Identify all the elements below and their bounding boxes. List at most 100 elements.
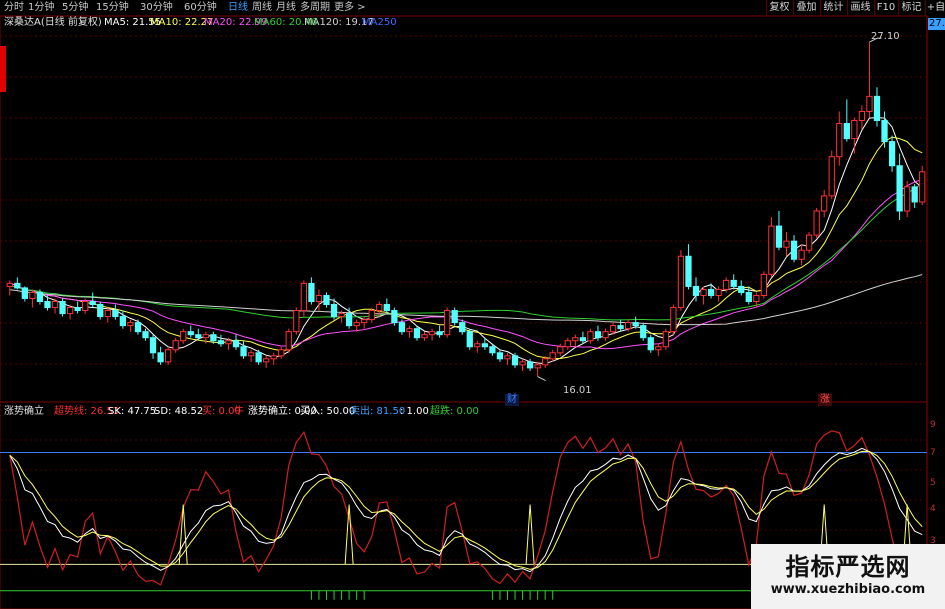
kline-chart-canvas[interactable] — [0, 0, 945, 609]
candle[interactable] — [270, 352, 277, 365]
candle-body — [36, 291, 44, 303]
candle[interactable] — [647, 334, 654, 353]
candle[interactable] — [240, 340, 247, 359]
candle[interactable] — [851, 117, 858, 154]
candle[interactable] — [97, 301, 104, 320]
candle[interactable] — [557, 343, 564, 356]
candle[interactable] — [843, 99, 850, 142]
candle-body — [421, 334, 428, 339]
candle[interactable] — [406, 325, 413, 338]
candle[interactable] — [677, 250, 685, 311]
candle[interactable] — [738, 280, 745, 296]
candle[interactable] — [436, 325, 443, 338]
candle[interactable] — [730, 274, 737, 290]
candle[interactable] — [195, 328, 202, 341]
candle[interactable] — [263, 355, 270, 368]
candle[interactable] — [180, 328, 187, 344]
candle[interactable] — [745, 286, 752, 305]
candle[interactable] — [564, 337, 571, 350]
candle[interactable] — [602, 328, 609, 341]
candle[interactable] — [828, 150, 835, 199]
candle[interactable] — [134, 319, 142, 335]
candle[interactable] — [904, 180, 911, 218]
candle[interactable] — [21, 286, 28, 302]
candle[interactable] — [142, 328, 149, 341]
candle[interactable] — [6, 280, 13, 296]
candle[interactable] — [768, 217, 775, 278]
candle[interactable] — [323, 292, 330, 308]
candle[interactable] — [858, 105, 866, 130]
candle-body — [240, 346, 247, 357]
candle[interactable] — [775, 211, 783, 251]
candle[interactable] — [187, 325, 194, 338]
candle[interactable] — [293, 307, 300, 335]
candle[interactable] — [821, 189, 828, 218]
candle[interactable] — [655, 343, 662, 356]
candle[interactable] — [149, 334, 157, 359]
candle[interactable] — [685, 244, 692, 290]
candle[interactable] — [466, 328, 473, 350]
candle[interactable] — [519, 358, 526, 371]
candle[interactable] — [798, 244, 805, 266]
stock-title[interactable]: 深桑达A(日线 前复权) — [4, 17, 102, 29]
candle[interactable] — [74, 301, 81, 314]
candle[interactable] — [59, 298, 66, 317]
candle-body — [632, 322, 639, 327]
candle[interactable] — [805, 232, 813, 254]
candle-body — [760, 273, 768, 296]
candle[interactable] — [383, 298, 390, 314]
candle[interactable] — [700, 286, 707, 305]
candle[interactable] — [112, 304, 119, 320]
candle[interactable] — [157, 346, 164, 365]
candle[interactable] — [587, 328, 594, 344]
candle[interactable] — [247, 349, 255, 362]
candle[interactable] — [474, 340, 481, 353]
candle[interactable] — [391, 307, 398, 326]
earnings-marker[interactable]: 财 — [505, 394, 519, 406]
candle[interactable] — [29, 289, 36, 308]
candle[interactable] — [14, 277, 21, 290]
candle[interactable] — [715, 286, 722, 302]
candle[interactable] — [127, 319, 134, 332]
candle[interactable] — [428, 328, 436, 341]
indicator-name[interactable]: 涨势确立 — [4, 406, 44, 418]
candle[interactable] — [278, 346, 285, 359]
candle[interactable] — [172, 337, 179, 353]
candle[interactable] — [496, 349, 504, 362]
candle[interactable] — [579, 331, 587, 344]
candle[interactable] — [572, 334, 579, 347]
candle[interactable] — [89, 292, 96, 308]
candle[interactable] — [662, 328, 669, 350]
candle[interactable] — [873, 87, 881, 127]
candle[interactable] — [783, 232, 790, 257]
candle[interactable] — [670, 304, 677, 335]
candle[interactable] — [232, 334, 240, 350]
candle[interactable] — [504, 352, 511, 365]
candle[interactable] — [790, 235, 798, 263]
candle[interactable] — [888, 135, 896, 172]
candle[interactable] — [640, 322, 647, 341]
candle[interactable] — [881, 111, 888, 148]
limit-up-marker[interactable]: 涨 — [818, 394, 832, 406]
candle[interactable] — [459, 319, 466, 335]
candle[interactable] — [813, 207, 820, 239]
candle[interactable] — [760, 271, 768, 299]
candle[interactable] — [911, 183, 918, 208]
candle[interactable] — [896, 153, 903, 221]
candle[interactable] — [451, 307, 458, 326]
candle[interactable] — [345, 307, 353, 329]
candle[interactable] — [308, 277, 315, 305]
candle-body — [180, 331, 187, 342]
candle[interactable] — [285, 328, 292, 353]
candle[interactable] — [217, 334, 225, 347]
candle[interactable] — [104, 307, 111, 323]
candle[interactable] — [164, 346, 172, 365]
candle[interactable] — [866, 42, 873, 118]
candle[interactable] — [617, 319, 624, 332]
candle[interactable] — [421, 331, 428, 341]
candle[interactable] — [444, 307, 451, 338]
candle-body — [881, 120, 888, 143]
candle[interactable] — [836, 111, 843, 166]
candle[interactable] — [919, 165, 926, 205]
candle-body — [489, 346, 496, 354]
